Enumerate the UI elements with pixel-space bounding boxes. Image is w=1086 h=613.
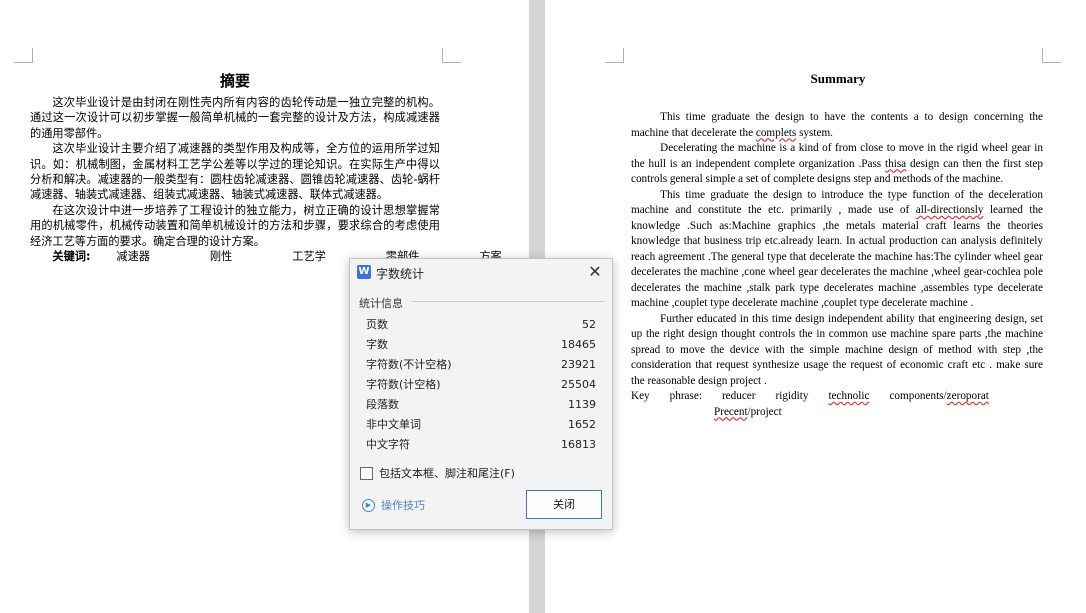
stats-list: 页数 52 字数 18465 字符数(不计空格) 23921 字符数(计空格) 2550…	[366, 315, 596, 455]
section-label: 统计信息	[359, 297, 403, 310]
abstract-paragraph: 在这次设计中进一步培养了工程设计的独立能力，树立正确的设计思想掌握常用的机械零件…	[30, 203, 440, 248]
checkbox-label: 包括文本框、脚注和尾注(F)	[379, 467, 515, 480]
spelling-error: thisa	[885, 157, 907, 170]
spelling-error: technolic	[828, 390, 870, 402]
abstract-paragraph: 这次毕业设计主要介绍了减速器的类型作用及构成等，全方位的运用所学过知识。如：机械…	[30, 142, 440, 202]
section-divider	[412, 301, 604, 302]
dialog-title: 字数统计	[376, 267, 425, 281]
summary-keywords-line-2: Precent/project	[714, 405, 782, 418]
wps-writer-icon: W	[357, 265, 371, 279]
summary-paragraph: This time graduate the design to have th…	[631, 111, 1043, 139]
page-corner-mark	[14, 48, 33, 63]
stat-row-chars-with-spaces: 字符数(计空格) 25504	[366, 378, 596, 391]
abstract-paragraph: 这次毕业设计是由封闭在刚性壳内所有内容的齿轮传动是一独立完整的机构。通过这一次设…	[30, 96, 440, 140]
checkbox-box[interactable]	[360, 466, 373, 480]
stat-row-pages: 页数 52	[366, 318, 596, 331]
play-circle-icon: ▶	[362, 498, 375, 512]
spelling-error: zeroporat	[946, 390, 989, 402]
stat-row-chars-no-spaces: 字符数(不计空格) 23921	[366, 358, 596, 371]
document-page-right: Summary This time graduate the design to…	[545, 0, 1086, 613]
summary-body: This time graduate the design to have th…	[631, 110, 1043, 420]
include-textbox-footnotes-checkbox[interactable]: 包括文本框、脚注和尾注(F)	[360, 465, 515, 481]
tips-link[interactable]: ▶ 操作技巧	[362, 497, 425, 513]
spelling-error: all-directionsly	[915, 204, 984, 216]
abstract-title: 摘要	[219, 72, 250, 90]
keyword: 刚性	[209, 250, 233, 264]
close-icon[interactable]: ✕	[586, 263, 604, 281]
stat-row-words: 字数 18465	[366, 338, 596, 351]
dialog-titlebar[interactable]: W 字数统计 ✕	[350, 259, 612, 287]
page-corner-mark	[1042, 48, 1061, 63]
spelling-error: Precent	[714, 405, 748, 418]
page-corner-mark	[605, 48, 624, 63]
abstract-body: 这次毕业设计是由封闭在刚性壳内所有内容的齿轮传动是一独立完整的机构。通过这一次设…	[30, 95, 502, 264]
summary-paragraph: This time graduate the design to introdu…	[631, 188, 1044, 310]
summary-keywords-line: Key phrase: reducer rigidity technolic compon…	[631, 389, 1043, 405]
stat-row-non-chinese-words: 非中文单词 1652	[366, 418, 596, 431]
spelling-error: complets	[755, 126, 797, 139]
keywords-label: 关键词:	[52, 250, 91, 264]
close-button[interactable]: 关闭	[526, 490, 602, 519]
keyword: 工艺学	[292, 250, 326, 264]
stat-row-paragraphs: 段落数 1139	[366, 398, 596, 411]
tips-label: 操作技巧	[381, 499, 425, 512]
summary-paragraph: Further educated in this time design ind…	[631, 312, 1043, 387]
summary-title: Summary	[810, 71, 866, 86]
page-corner-mark	[442, 48, 461, 63]
summary-paragraph: Decelerating the machine is a kind of fr…	[631, 142, 1043, 185]
word-count-dialog: W 字数统计 ✕ 统计信息 页数 52 字数 18465 字符数(不计空格) 2392…	[349, 258, 613, 530]
stat-row-chinese-chars: 中文字符 16813	[366, 438, 596, 451]
keyword: 减速器	[116, 250, 150, 264]
